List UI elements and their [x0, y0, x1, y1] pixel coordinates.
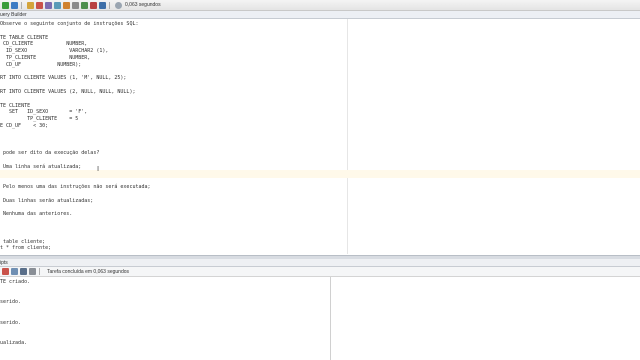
history-icon[interactable] — [72, 1, 79, 9]
pin-icon[interactable] — [2, 268, 9, 275]
output-toolbar: Tarefa concluída em 0,063 segundos — [0, 267, 640, 277]
output-line: serido. — [0, 299, 22, 306]
toolbar-separator — [109, 1, 110, 9]
code-line: Pelo menos uma das instruções não será e… — [0, 184, 151, 191]
tab-query-builder[interactable]: uery Builder — [0, 12, 27, 18]
tab-script-output[interactable]: ipts — [0, 260, 8, 266]
clock-icon — [115, 1, 122, 9]
code-line: E CD_UF < 30; — [0, 123, 49, 129]
autotrace-icon[interactable] — [45, 1, 52, 9]
run-statement-icon[interactable] — [2, 1, 9, 9]
text-cursor-icon: I — [97, 165, 100, 173]
right-margin-guide — [347, 19, 348, 254]
main-toolbar: 0,063 segundos — [0, 0, 640, 11]
code-line: Duas linhas serão atualizadas; — [0, 197, 94, 204]
code-line: pode ser dito da execução delas? — [0, 150, 100, 157]
code-line: Observe o seguinte conjunto de instruçõe… — [0, 21, 139, 27]
cancel-icon[interactable] — [90, 1, 97, 9]
task-status: Tarefa concluída em 0,063 segundos — [47, 268, 129, 275]
code-line: CD_UF NUMBER); — [0, 61, 82, 68]
output-line: TE criado. — [0, 279, 31, 285]
rollback-icon[interactable] — [36, 1, 43, 9]
eraser-icon[interactable] — [11, 268, 18, 275]
current-line-highlight — [0, 170, 640, 178]
code-line: RT INTO CLIENTE VALUES (2, NULL, NULL, N… — [0, 89, 136, 95]
save-icon[interactable] — [20, 268, 27, 275]
output-line: ualizada. — [0, 340, 28, 347]
print-icon[interactable] — [29, 268, 36, 275]
sql-tuning-icon[interactable] — [99, 1, 106, 9]
output-divider — [330, 277, 331, 360]
format-icon[interactable] — [81, 1, 88, 9]
code-line: RT INTO CLIENTE VALUES (1, 'M', NULL, 25… — [0, 75, 127, 82]
execution-time: 0,063 segundos — [125, 2, 161, 8]
output-line: serido. — [0, 319, 22, 326]
run-script-icon[interactable] — [11, 1, 18, 9]
code-line: Nenhuma das anteriores. — [0, 211, 73, 218]
explain-plan-icon[interactable] — [54, 1, 61, 9]
script-output: TE criado. serido. serido. ualizada. — [0, 277, 640, 360]
toolbar-separator — [21, 1, 22, 9]
toolbar-separator — [39, 268, 40, 275]
sql-editor[interactable]: Observe o seguinte conjunto de instruçõe… — [0, 19, 640, 254]
output-tabbar: ipts — [0, 259, 640, 267]
commit-icon[interactable] — [27, 1, 34, 9]
code-line: t * from cliente; — [0, 245, 52, 252]
worksheet-tabbar: uery Builder — [0, 11, 640, 19]
clear-icon[interactable] — [63, 1, 70, 9]
code-line: Uma linha será atualizada; — [0, 163, 82, 170]
